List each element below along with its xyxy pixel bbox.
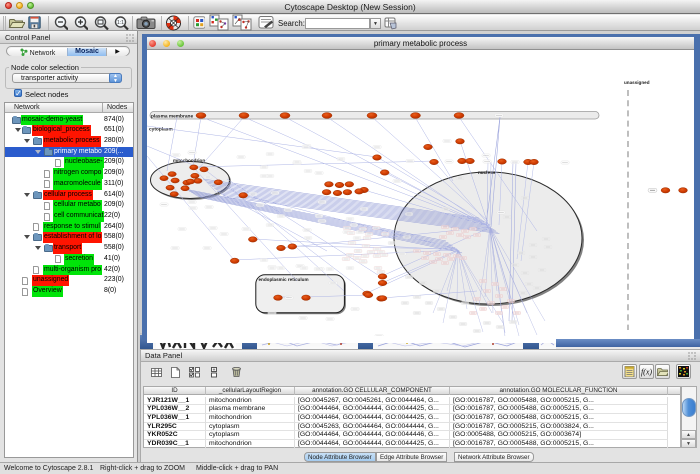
svg-text:cytoplasm: cytoplasm — [149, 127, 173, 133]
svg-text:f(x): f(x) — [641, 368, 652, 377]
svg-text:1:1: 1:1 — [117, 20, 124, 26]
svg-text:unassigned: unassigned — [624, 80, 650, 85]
svg-text:plasma membrane: plasma membrane — [151, 113, 193, 119]
svg-text:endoplasmic reticulum: endoplasmic reticulum — [259, 277, 309, 282]
